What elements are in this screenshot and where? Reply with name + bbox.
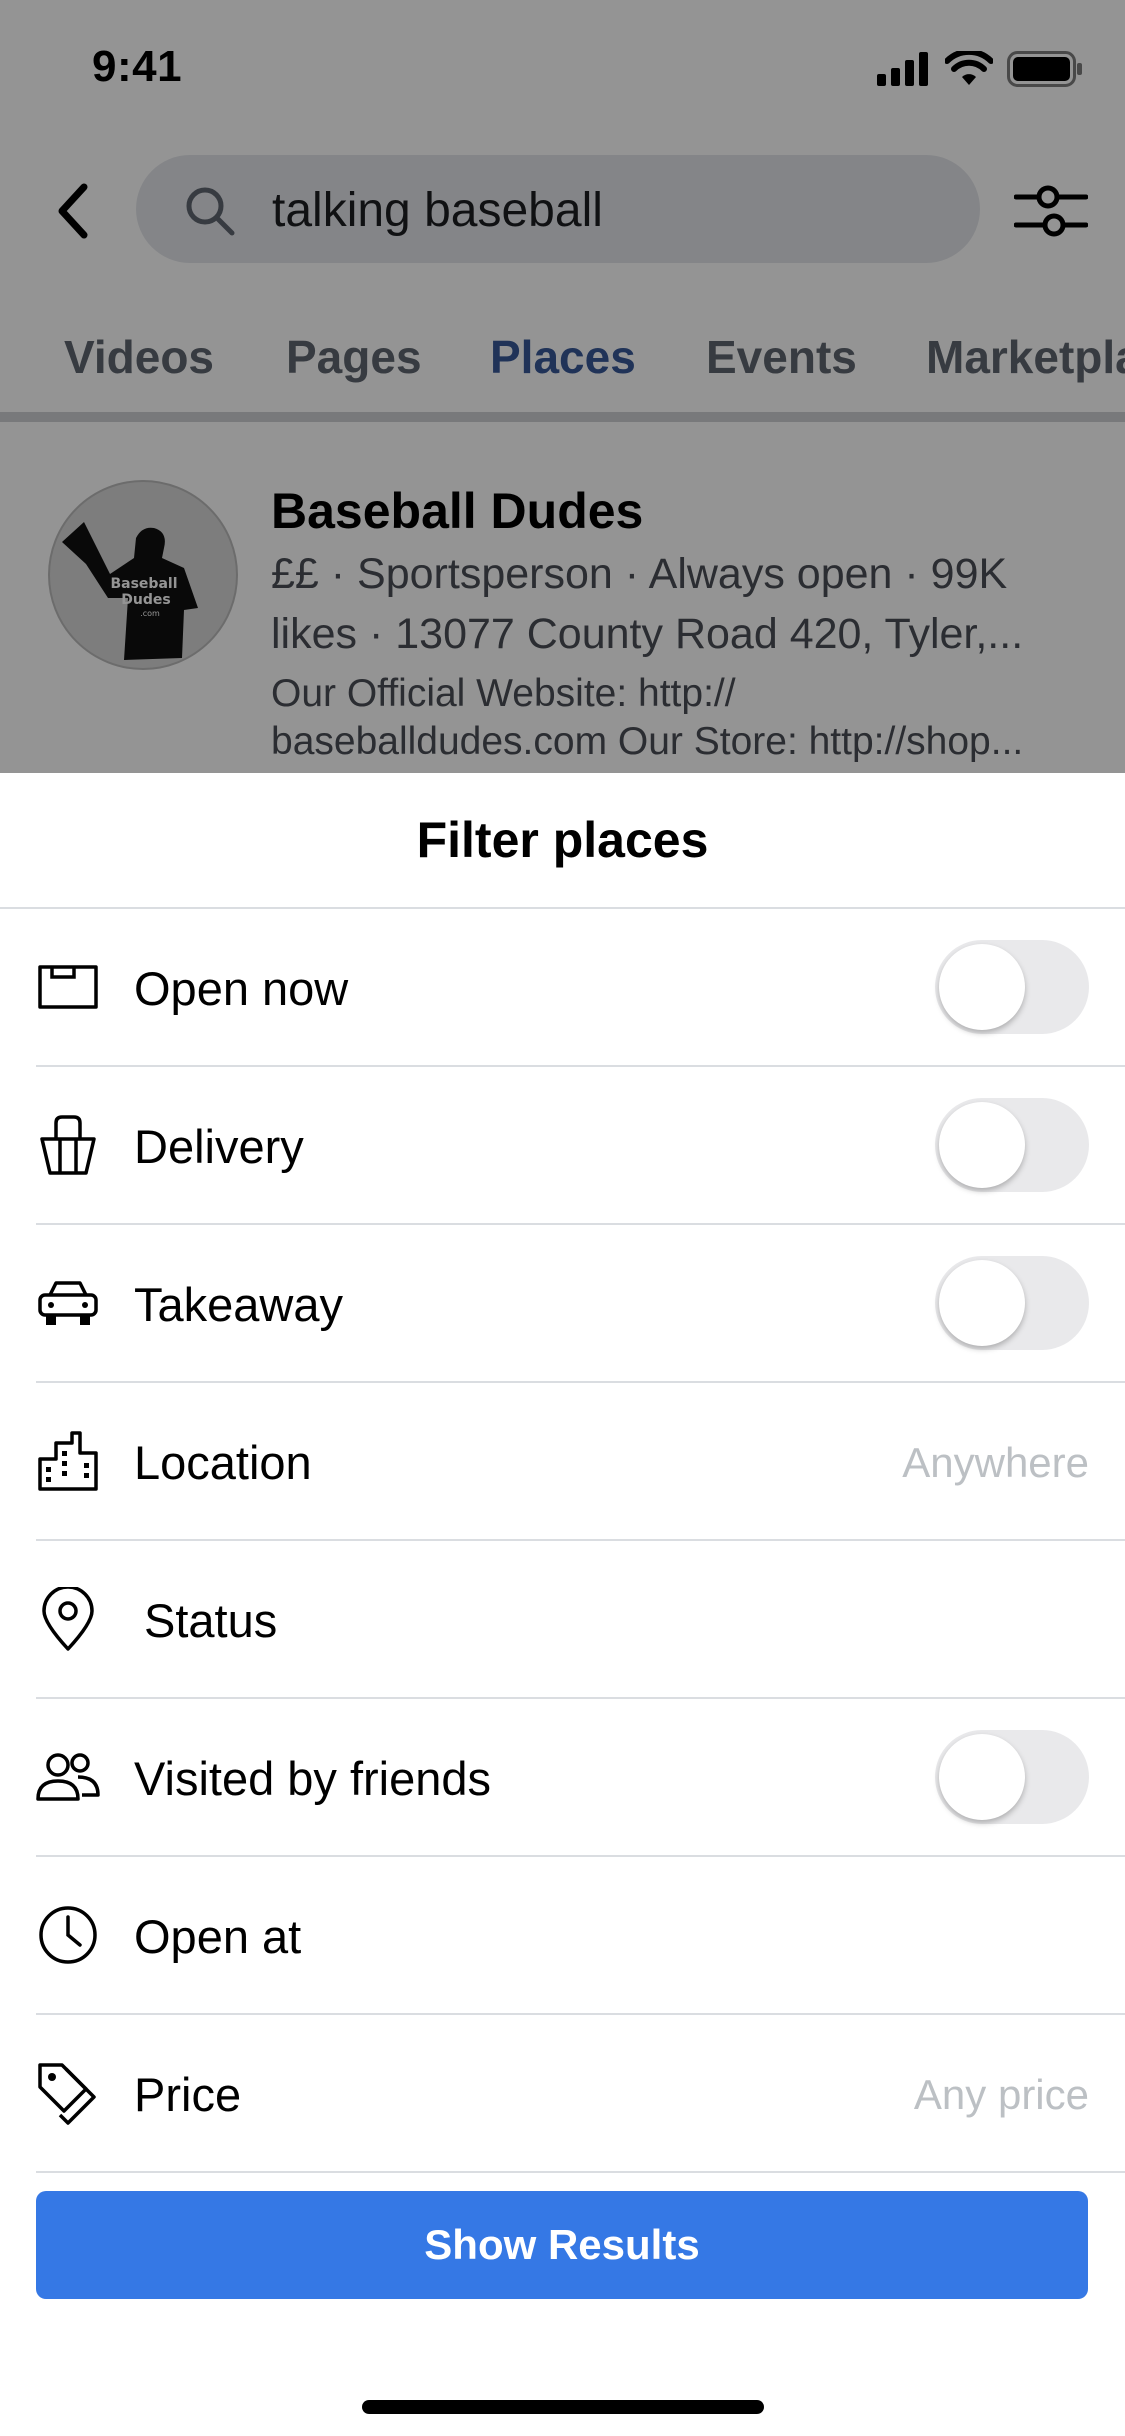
filter-sheet: Filter places Open now Delivery Takeaway [0,773,1125,2436]
toggle-knob [939,944,1025,1030]
filter-row-location[interactable]: Location Anywhere [36,1383,1125,1541]
city-icon [38,1431,98,1491]
takeaway-toggle[interactable] [935,1256,1089,1350]
filter-row-open-at[interactable]: Open at [36,1857,1125,2015]
toggle-knob [939,1260,1025,1346]
sheet-title: Filter places [416,812,709,868]
filter-label: Visited by friends [134,1752,492,1805]
filter-label: Price [134,2068,242,2121]
location-value: Anywhere [902,1439,1089,1486]
filter-label: Open at [134,1910,302,1963]
filter-row-price[interactable]: Price Any price [36,2015,1125,2173]
pin-icon [42,1587,94,1651]
delivery-toggle[interactable] [935,1098,1089,1192]
clock-icon [39,1906,97,1964]
filter-row-delivery[interactable]: Delivery [36,1067,1125,1225]
filter-row-status[interactable]: Status [36,1541,1125,1699]
filter-label: Location [134,1436,312,1489]
tag-icon [38,2063,96,2125]
home-indicator[interactable] [362,2400,764,2414]
dimmed-overlay[interactable] [0,0,1125,780]
price-value: Any price [913,2071,1089,2118]
filter-label: Delivery [134,1120,304,1173]
car-icon [38,1281,98,1325]
filter-label: Open now [134,962,349,1015]
bag-icon [40,1115,96,1175]
visited-by-friends-toggle[interactable] [935,1730,1089,1824]
sign-icon [38,965,98,1009]
filter-label: Takeaway [134,1278,343,1331]
toggle-knob [939,1734,1025,1820]
filter-row-open-now[interactable]: Open now [36,909,1125,1067]
show-results-button[interactable]: Show Results [36,2191,1088,2299]
filter-row-takeaway[interactable]: Takeaway [36,1225,1125,1383]
friends-icon [36,1753,100,1801]
toggle-knob [939,1102,1025,1188]
filter-label: Status [144,1594,278,1647]
filter-row-visited-by-friends[interactable]: Visited by friends [36,1699,1125,1857]
open-now-toggle[interactable] [935,940,1089,1034]
sheet-header: Filter places [0,773,1125,909]
